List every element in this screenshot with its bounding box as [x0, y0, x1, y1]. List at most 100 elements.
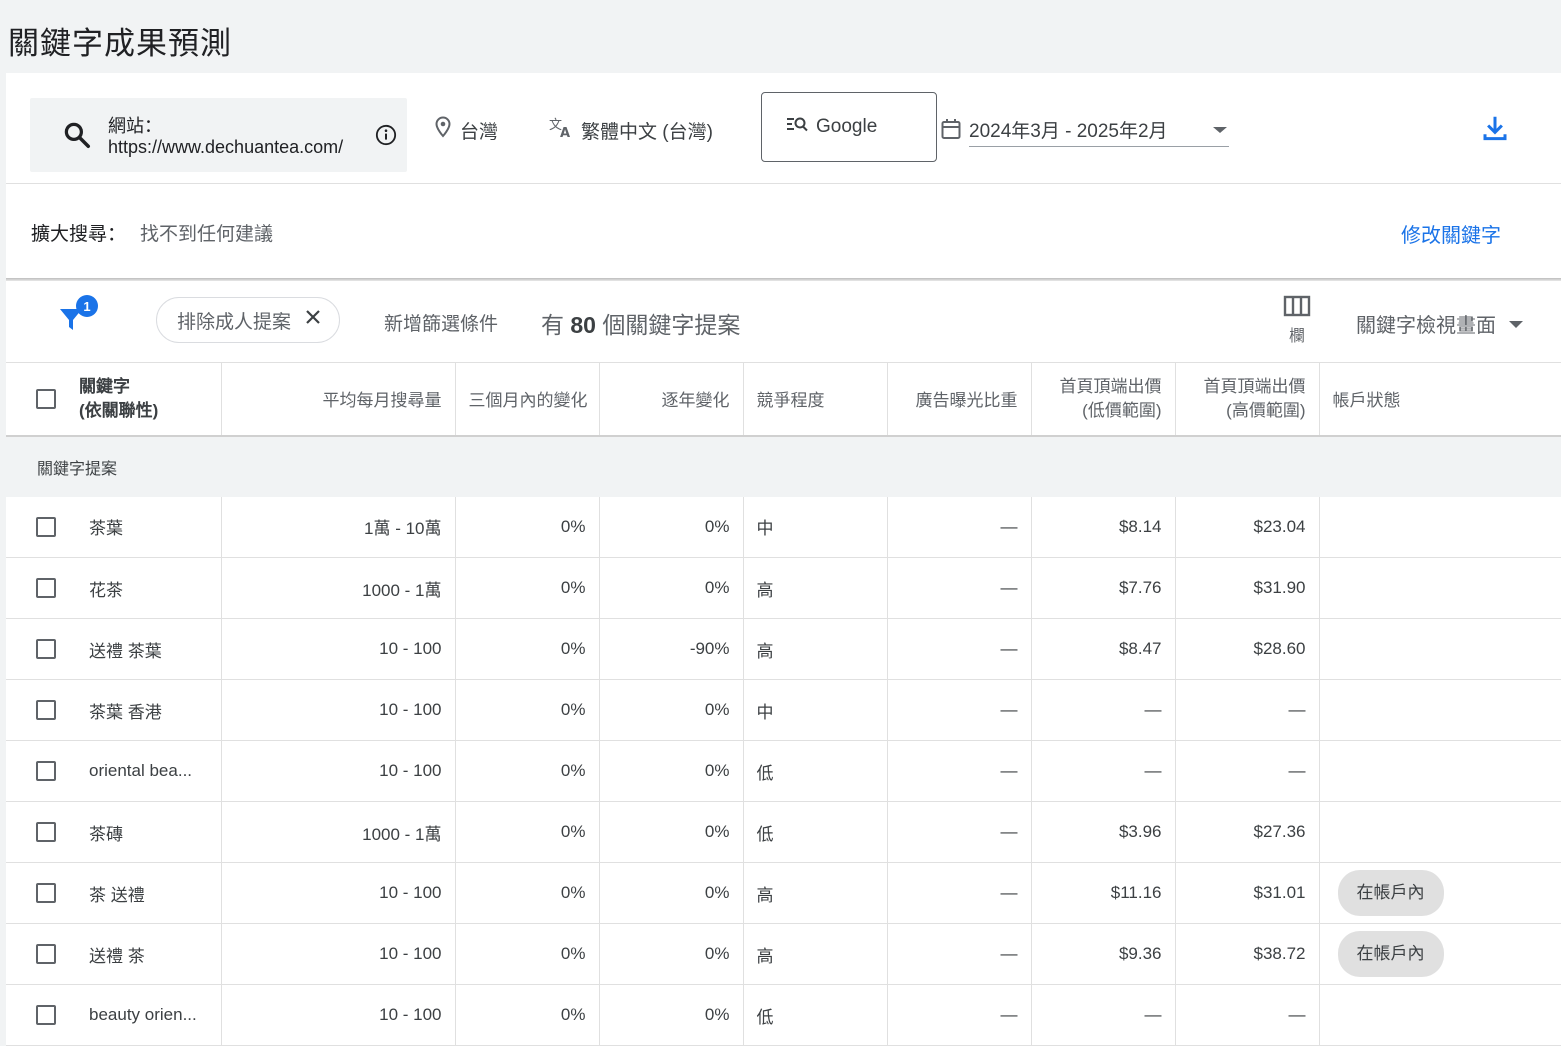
- bid-low-cell: $3.96: [1030, 801, 1175, 863]
- table-row: 送禮 茶葉 10 - 100 0% -90% 高 — $8.47 $28.60: [6, 618, 1561, 680]
- header-bid-high[interactable]: 首頁頂端出價 (高價範圍): [1174, 362, 1319, 436]
- account-status-cell: [1318, 984, 1561, 1046]
- yoy-cell: 0%: [598, 679, 743, 741]
- header-keyword-line1: 關鍵字: [79, 376, 130, 396]
- header-impression-share[interactable]: 廣告曝光比重: [886, 362, 1031, 436]
- website-search-box[interactable]: 網站： https://www.dechuantea.com/: [30, 98, 407, 172]
- keyword-planner-card: 網站： https://www.dechuantea.com/ 台灣 文A 繁體…: [6, 73, 1561, 1046]
- three-month-cell: 0%: [454, 618, 599, 680]
- table-row: 茶磚 1000 - 1萬 0% 0% 低 — $3.96 $27.36: [6, 801, 1561, 863]
- keyword-text[interactable]: 茶葉: [89, 514, 123, 539]
- row-checkbox[interactable]: [36, 761, 56, 781]
- keyword-cell: 送禮 茶: [6, 923, 221, 985]
- yoy-cell: 0%: [598, 557, 743, 619]
- info-icon[interactable]: [375, 124, 397, 151]
- row-checkbox[interactable]: [36, 516, 56, 537]
- row-checkbox[interactable]: [36, 700, 56, 720]
- row-checkbox[interactable]: [36, 578, 56, 598]
- add-filter-button[interactable]: 新增篩選條件: [384, 309, 498, 336]
- table-row: 茶葉 1萬 - 10萬 0% 0% 中 — $8.14 $23.04: [6, 496, 1561, 558]
- select-all-checkbox[interactable]: [36, 388, 56, 409]
- language-selector[interactable]: 文A 繁體中文 (台灣): [549, 116, 713, 144]
- language-label: 繁體中文 (台灣): [581, 121, 713, 143]
- row-checkbox[interactable]: [36, 883, 56, 903]
- account-status-cell: [1318, 740, 1561, 802]
- three-month-cell: 0%: [454, 740, 599, 802]
- header-bid-low[interactable]: 首頁頂端出價 (低價範圍): [1030, 362, 1175, 436]
- in-account-badge: 在帳戶內: [1337, 931, 1444, 977]
- bid-high-cell: —: [1174, 679, 1319, 741]
- row-checkbox[interactable]: [36, 822, 56, 842]
- competition-cell: 低: [742, 984, 887, 1046]
- three-month-cell: 0%: [454, 679, 599, 741]
- count-prefix: 有: [541, 312, 564, 338]
- competition-cell: 高: [742, 557, 887, 619]
- competition-cell: 高: [742, 862, 887, 924]
- bid-high-cell: $38.72: [1174, 923, 1319, 985]
- dropdown-arrow-icon: [1211, 119, 1229, 141]
- row-checkbox[interactable]: [36, 639, 56, 659]
- three-month-cell: 0%: [454, 862, 599, 924]
- location-selector[interactable]: 台灣: [434, 116, 498, 144]
- modify-keywords-link[interactable]: 修改關鍵字: [1401, 219, 1501, 248]
- impression-share-cell: —: [886, 496, 1031, 558]
- keyword-text[interactable]: oriental bea...: [89, 761, 192, 781]
- keyword-text[interactable]: 茶 送禮: [89, 881, 145, 906]
- bid-low-cell: —: [1030, 984, 1175, 1046]
- header-bid-low-line1: 首頁頂端出價: [1059, 376, 1162, 396]
- keyword-text[interactable]: 送禮 茶葉: [89, 637, 162, 662]
- table-row: 送禮 茶 10 - 100 0% 0% 高 — $9.36 $38.72 在帳戶內: [6, 923, 1561, 985]
- keyword-text[interactable]: 茶磚: [89, 820, 123, 845]
- svg-text:A: A: [560, 126, 570, 138]
- dropdown-arrow-icon: [1508, 312, 1524, 335]
- bid-low-cell: $11.16: [1030, 862, 1175, 924]
- date-range-field[interactable]: 2024年3月 - 2025年2月: [969, 116, 1229, 147]
- header-account-status[interactable]: 帳戶狀態: [1318, 362, 1561, 436]
- avg-monthly-cell: 1000 - 1萬: [220, 557, 455, 619]
- site-label: 網站：: [108, 116, 162, 136]
- close-icon[interactable]: [305, 309, 321, 331]
- bid-low-cell: $7.76: [1030, 557, 1175, 619]
- row-checkbox[interactable]: [36, 1005, 56, 1025]
- count-value: 80: [570, 312, 596, 338]
- keyword-cell: 茶磚: [6, 801, 221, 863]
- keyword-text[interactable]: 花茶: [89, 576, 123, 601]
- impression-share-cell: —: [886, 618, 1031, 680]
- download-icon[interactable]: [1480, 113, 1510, 148]
- impression-share-cell: —: [886, 984, 1031, 1046]
- header-keyword[interactable]: 關鍵字 (依關聯性): [6, 362, 221, 436]
- table-row: oriental bea... 10 - 100 0% 0% 低 — — —: [6, 740, 1561, 802]
- exclude-adult-filter-chip[interactable]: 排除成人提案: [156, 297, 340, 343]
- section-row: 關鍵字提案: [6, 434, 1561, 497]
- keyword-cell: 茶 送禮: [6, 862, 221, 924]
- table-row: 茶 送禮 10 - 100 0% 0% 高 — $11.16 $31.01 在帳戶內: [6, 862, 1561, 924]
- section-label: 關鍵字提案: [6, 434, 1561, 497]
- avg-monthly-cell: 10 - 100: [220, 862, 455, 924]
- three-month-cell: 0%: [454, 557, 599, 619]
- bid-low-cell: —: [1030, 740, 1175, 802]
- bid-low-cell: $8.14: [1030, 496, 1175, 558]
- impression-share-cell: —: [886, 557, 1031, 619]
- header-yoy-change[interactable]: 逐年變化: [598, 362, 743, 436]
- date-range-selector[interactable]: 2024年3月 - 2025年2月: [941, 116, 1229, 147]
- header-three-month-change[interactable]: 三個月內的變化: [454, 362, 599, 436]
- count-suffix: 個關鍵字提案: [602, 312, 741, 338]
- row-checkbox[interactable]: [36, 944, 56, 964]
- columns-button[interactable]: 欄: [1282, 295, 1312, 346]
- keyword-text[interactable]: 茶葉 香港: [89, 698, 162, 723]
- account-status-cell: [1318, 557, 1561, 619]
- header-bid-high-line2: (高價範圍): [1226, 400, 1306, 420]
- keyword-cell: oriental bea...: [6, 740, 221, 802]
- three-month-cell: 0%: [454, 801, 599, 863]
- keyword-view-selector[interactable]: 關鍵字檢視畫面: [1356, 309, 1524, 338]
- table-row: beauty orien... 10 - 100 0% 0% 低 — — —: [6, 984, 1561, 1046]
- top-settings-bar: 網站： https://www.dechuantea.com/ 台灣 文A 繁體…: [6, 73, 1561, 184]
- header-competition[interactable]: 競爭程度: [742, 362, 887, 436]
- keyword-text[interactable]: beauty orien...: [89, 1005, 197, 1025]
- page-title: 關鍵字成果預測: [8, 26, 232, 61]
- keyword-text[interactable]: 送禮 茶: [89, 942, 145, 967]
- header-avg-monthly-searches[interactable]: 平均每月搜尋量: [220, 362, 455, 436]
- search-network-selector[interactable]: Google: [761, 92, 937, 162]
- bid-high-cell: $23.04: [1174, 496, 1319, 558]
- bid-low-cell: $9.36: [1030, 923, 1175, 985]
